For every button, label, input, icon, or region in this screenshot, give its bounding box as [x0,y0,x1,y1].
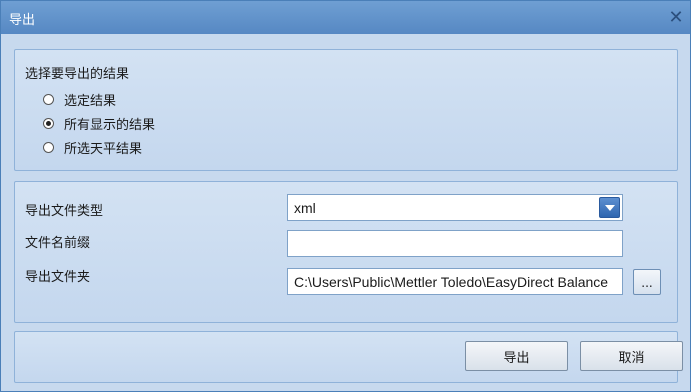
results-selection-group: 选择要导出的结果 选定结果 所有显示的结果 所选天平结果 [14,49,678,171]
filename-prefix-label: 文件名前缀 [25,236,91,251]
radio-label: 所选天平结果 [64,142,143,157]
radio-button[interactable] [43,118,54,129]
radio-button[interactable] [43,94,54,105]
dialog-title: 导出 [9,13,36,28]
browse-folder-button[interactable]: ... [633,269,661,295]
close-icon[interactable]: ✕ [666,7,686,28]
filename-prefix-input[interactable] [287,230,623,257]
export-folder-input[interactable]: C:\Users\Public\Mettler Toledo\EasyDirec… [287,268,623,295]
cancel-button[interactable]: 取消 [580,341,683,371]
file-type-value: xml [294,199,316,216]
radio-all-displayed-results[interactable]: 所有显示的结果 [43,114,155,133]
export-button[interactable]: 导出 [465,341,568,371]
title-bar[interactable]: 导出 ✕ [1,1,690,34]
file-type-label: 导出文件类型 [25,204,104,219]
radio-label: 所有显示的结果 [64,118,156,133]
results-group-title: 选择要导出的结果 [25,67,130,82]
radio-selected-balance-results[interactable]: 所选天平结果 [43,138,142,157]
file-type-dropdown[interactable]: xml [287,194,623,221]
radio-label: 选定结果 [64,94,117,109]
chevron-down-icon[interactable] [599,197,620,218]
export-dialog: 导出 ✕ 选择要导出的结果 选定结果 所有显示的结果 所选天平结果 导出文件类型… [0,0,691,392]
radio-selected-results[interactable]: 选定结果 [43,90,116,109]
export-settings-group: 导出文件类型 xml 文件名前缀 导出文件夹 C:\Users\Public\M… [14,181,678,323]
radio-button[interactable] [43,142,54,153]
dialog-footer: 导出 取消 [14,331,683,383]
export-folder-label: 导出文件夹 [25,270,91,285]
